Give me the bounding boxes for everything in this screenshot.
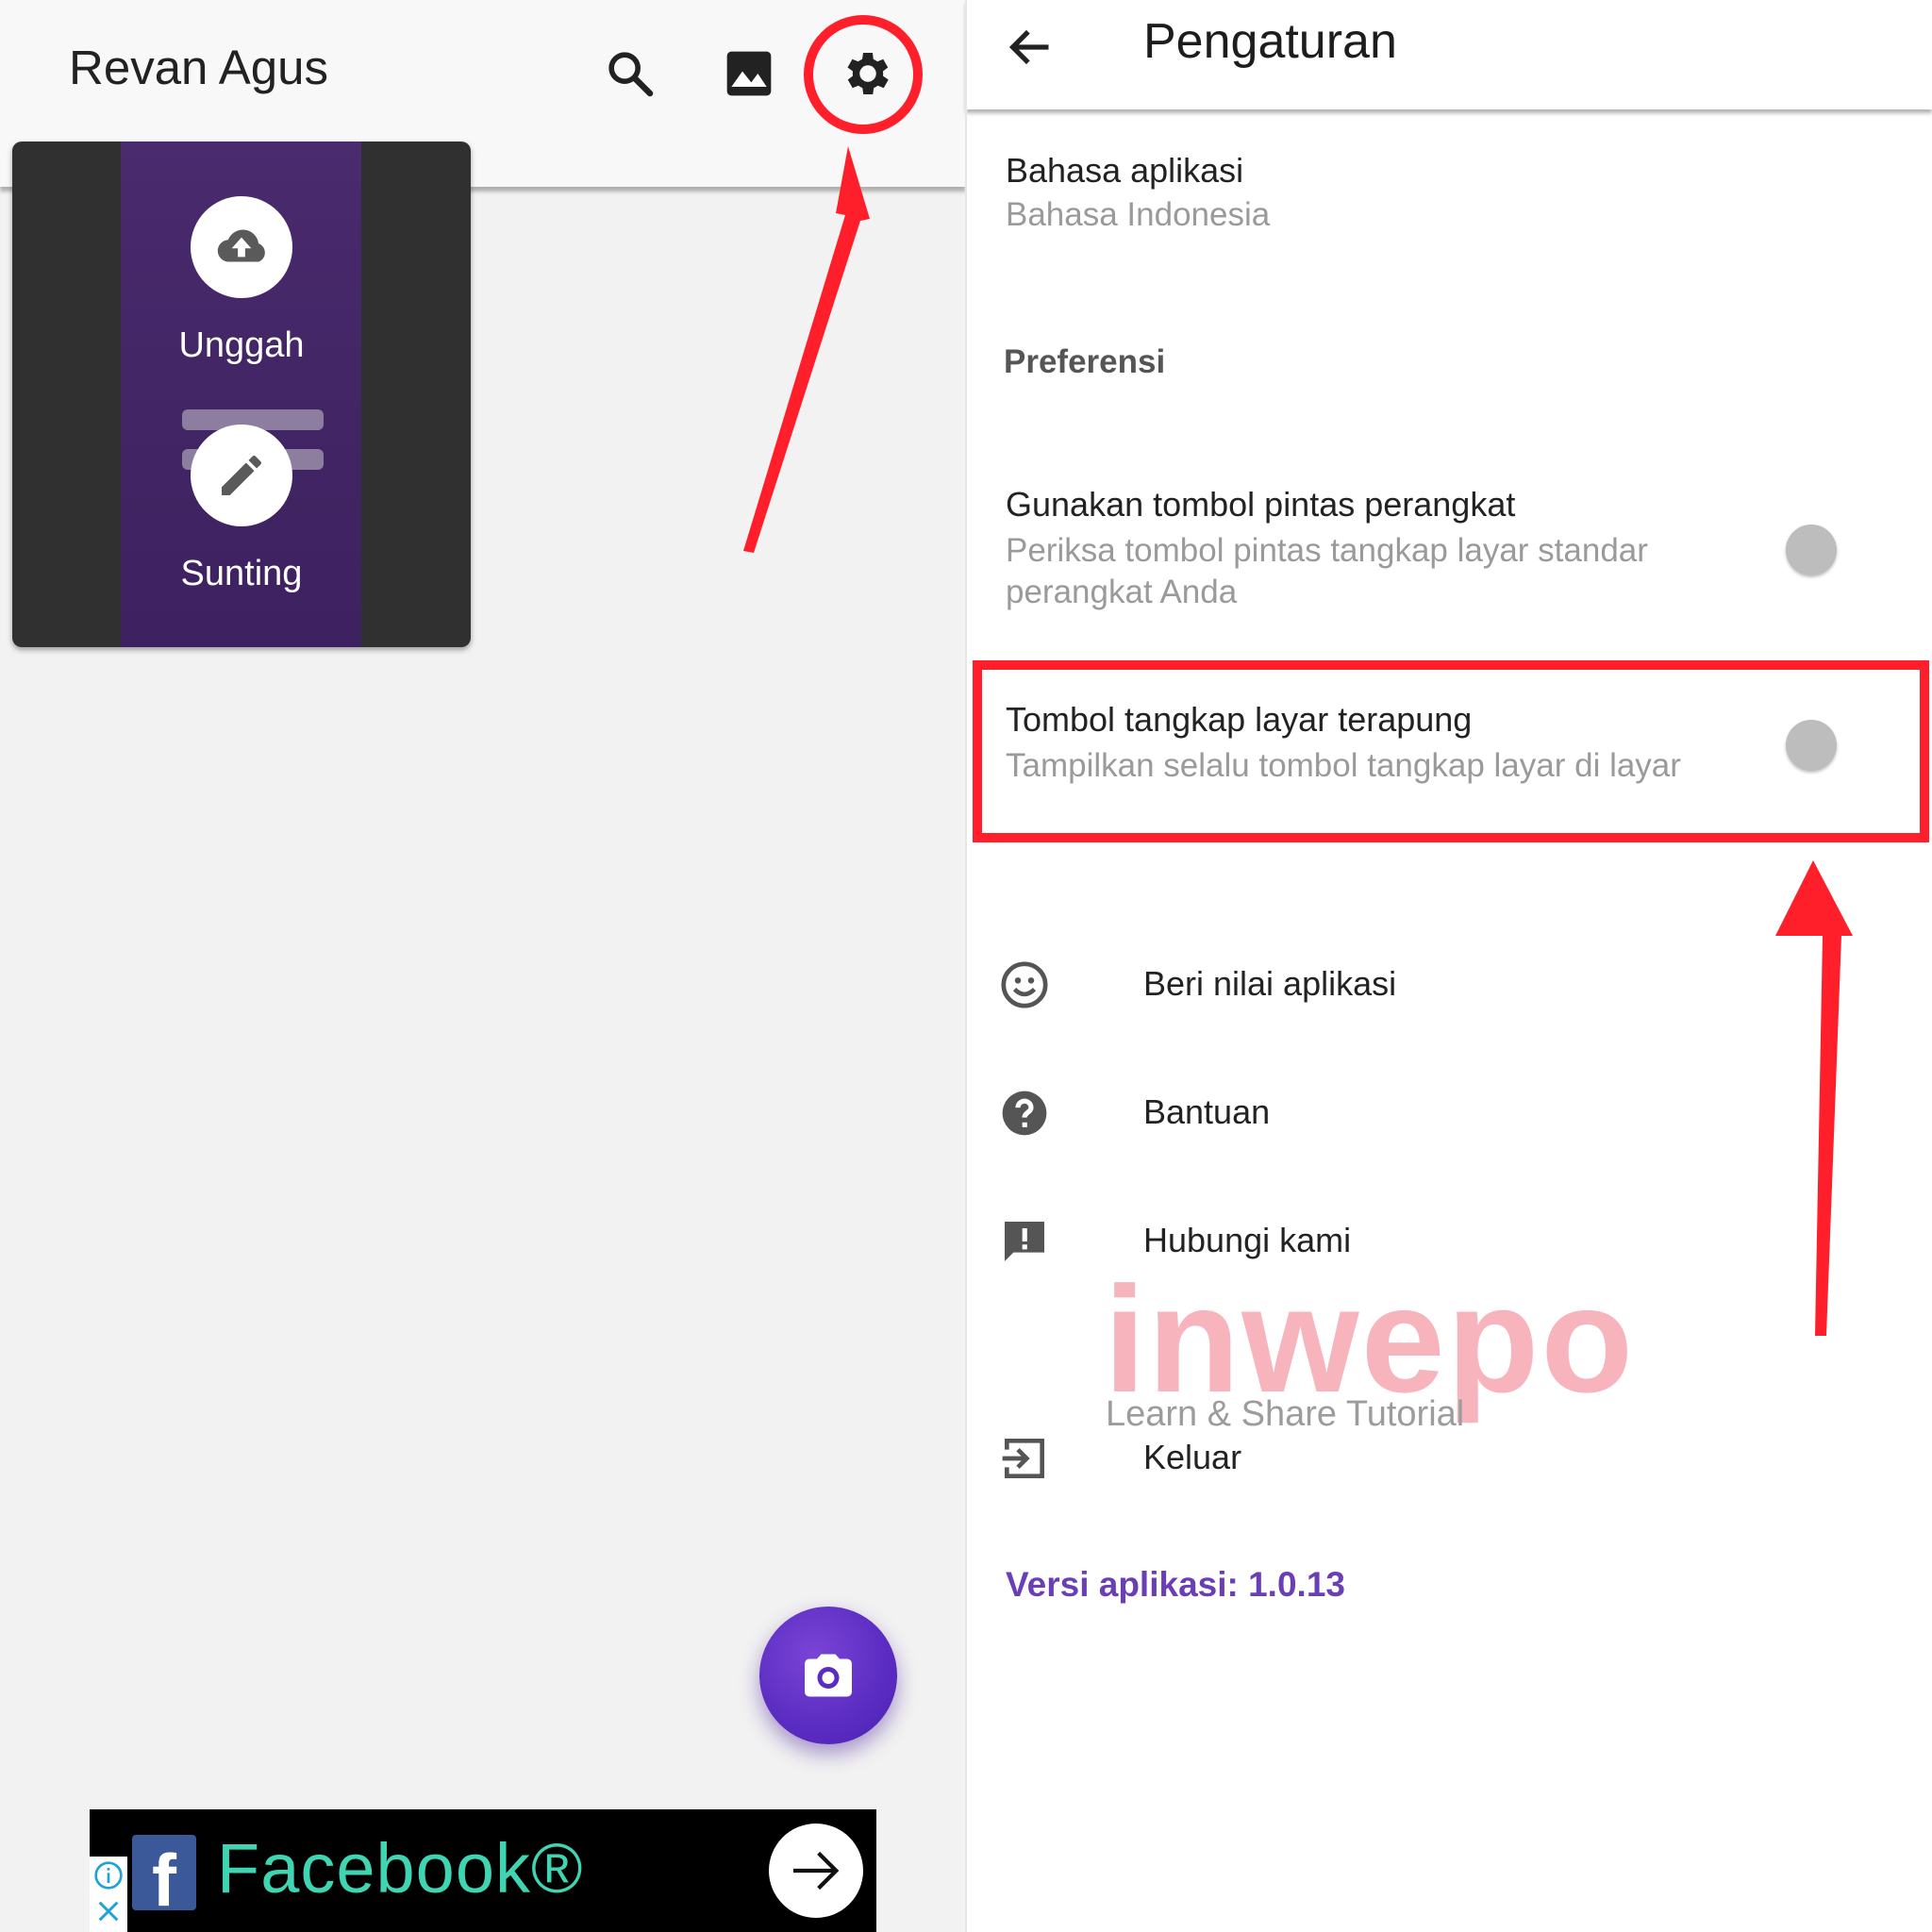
language-setting[interactable]: Bahasa aplikasi Bahasa Indonesia [1006,151,1855,245]
device-shortcut-toggle[interactable] [1786,525,1837,575]
device-shortcut-subtitle: Periksa tombol pintas tangkap layar stan… [1006,532,1648,610]
gallery-icon[interactable] [711,36,787,111]
preferences-section-header: Preferensi [1004,343,1166,380]
search-icon[interactable] [592,36,668,111]
watermark-word: inwepo [1104,1255,1636,1424]
annotation-arrow-to-gear [743,146,870,553]
settings-app-bar: Pengaturan [966,0,1932,109]
menu-label-logout: Keluar [1143,1438,1242,1476]
logout-icon [996,1430,1053,1487]
gear-highlight-circle [804,15,923,134]
floating-button-setting[interactable]: Tombol tangkap layar terapung Tampilkan … [1006,700,1817,787]
ad-info-icon[interactable] [93,1860,124,1890]
menu-label-rate-app: Beri nilai aplikasi [1143,964,1397,1003]
inwepo-watermark: inwepo Learn & Share Tutorial [1104,1255,1670,1435]
facebook-logo: f [132,1835,196,1910]
back-button[interactable] [992,9,1068,85]
account-name-title: Revan Agus [69,41,329,94]
language-setting-title: Bahasa aplikasi [1006,151,1244,190]
home-screen: Revan Agus Unggah Sunting f Facebook® [0,0,966,1932]
feedback-icon [996,1213,1053,1270]
capture-screenshot-fab[interactable] [759,1607,897,1744]
menu-label-help: Bantuan [1143,1092,1271,1131]
floating-button-title: Tombol tangkap layar terapung [1006,700,1473,739]
ad-close-icon[interactable] [95,1898,122,1924]
camera-icon [805,1654,852,1697]
screenshot-thumbnail-card[interactable]: Unggah Sunting [12,142,471,647]
ad-banner[interactable]: f Facebook® [90,1809,876,1932]
menu-item-rate-app[interactable]: Beri nilai aplikasi [966,953,1932,1019]
arrow-right-icon [793,1851,840,1890]
floating-button-subtitle: Tampilkan selalu tombol tangkap layar di… [1006,747,1681,784]
edit-label: Sunting [180,554,303,593]
help-icon [996,1085,1053,1141]
arrow-back-icon [1008,29,1049,65]
ad-choices-strip[interactable] [90,1857,127,1932]
menu-item-help[interactable]: Bantuan [966,1081,1932,1147]
ad-go-button[interactable] [769,1824,863,1918]
device-shortcut-setting[interactable]: Gunakan tombol pintas perangkat Periksa … [1006,485,1817,613]
edit-pencil-icon[interactable] [191,425,292,526]
upload-cloud-icon[interactable] [191,196,292,298]
language-setting-value: Bahasa Indonesia [1006,196,1271,233]
settings-title: Pengaturan [1143,14,1397,69]
ad-brand-text: Facebook® [217,1829,584,1907]
menu-item-logout[interactable]: Keluar [966,1426,1932,1492]
smiley-icon [996,957,1053,1013]
app-version: Versi aplikasi: 1.0.13 [1006,1565,1345,1604]
panel-divider [965,0,967,1932]
floating-button-toggle[interactable] [1786,720,1837,771]
upload-label: Unggah [178,325,305,365]
settings-screen: Pengaturan Bahasa aplikasi Bahasa Indone… [966,0,1932,1932]
device-shortcut-title: Gunakan tombol pintas perangkat [1006,485,1516,524]
